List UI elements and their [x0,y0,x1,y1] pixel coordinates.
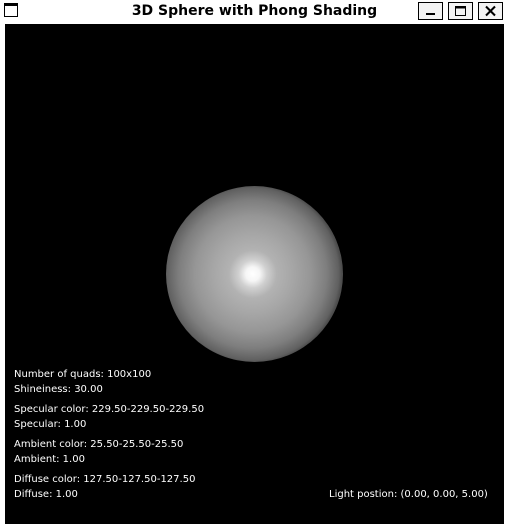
shininess-label: Shineiness: 30.00 [14,384,103,395]
window-icon[interactable] [4,3,18,17]
specular-color-label: Specular color: 229.50-229.50-229.50 [14,404,205,415]
maximize-icon [455,6,466,16]
quads-label: Number of quads: 100x100 [14,369,152,380]
close-button[interactable] [478,2,503,20]
minimize-button[interactable] [418,2,443,20]
maximize-button[interactable] [448,2,473,20]
diffuse-color-label: Diffuse color: 127.50-127.50-127.50 [14,474,196,485]
ambient-color-label: Ambient color: 25.50-25.50-25.50 [14,439,184,450]
phong-sphere [166,186,343,362]
ambient-label: Ambient: 1.00 [14,454,85,465]
title-bar[interactable]: 3D Sphere with Phong Shading [0,0,509,22]
specular-label: Specular: 1.00 [14,419,87,430]
render-canvas[interactable]: Number of quads: 100x100 Shineiness: 30.… [5,24,504,524]
minimize-icon [426,13,435,15]
diffuse-label: Diffuse: 1.00 [14,489,78,500]
app-window: 3D Sphere with Phong Shading Number of q… [0,0,509,524]
close-icon [485,5,496,17]
light-position-label: Light postion: (0.00, 0.00, 5.00) [329,489,488,500]
